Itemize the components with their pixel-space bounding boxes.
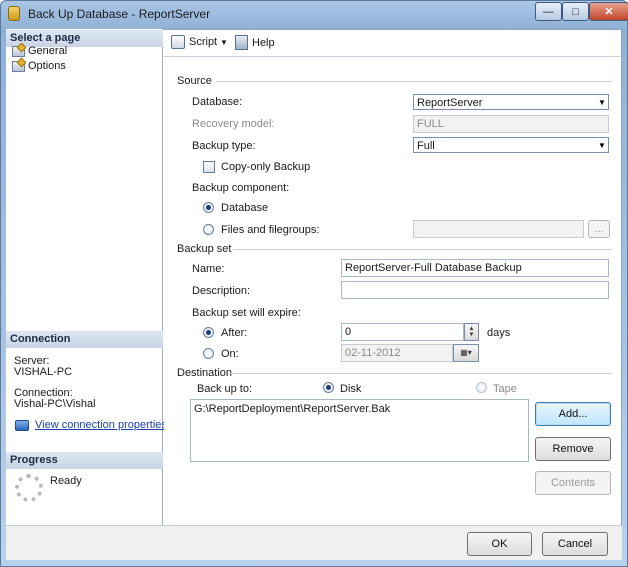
remove-button[interactable]: Remove [535, 437, 611, 461]
backup-type-label: Backup type: [192, 140, 256, 152]
help-label: Help [252, 36, 275, 49]
page-icon [12, 60, 25, 72]
connection-value: Vishal-PC\Vishal [14, 398, 96, 410]
window-title: Back Up Database - ReportServer [28, 7, 211, 21]
copy-only-label: Copy-only Backup [221, 161, 311, 173]
calendar-dropdown-icon: ▦▾ [453, 344, 479, 362]
component-files-label: Files and filegroups: [221, 224, 320, 236]
add-button[interactable]: Add... [535, 402, 611, 426]
tape-label: Tape [493, 383, 517, 395]
connection-properties-icon [15, 420, 29, 431]
title-bar[interactable]: Back Up Database - ReportServer — □ ✕ [0, 0, 628, 28]
after-label: After: [221, 327, 248, 339]
filegroups-field [413, 220, 584, 238]
page-item-options[interactable]: Options [12, 60, 66, 72]
browse-filegroups-button[interactable]: ... [588, 220, 610, 238]
list-item[interactable]: G:\ReportDeployment\ReportServer.Bak [194, 403, 528, 415]
help-button[interactable]: Help [235, 35, 275, 50]
copy-only-checkbox[interactable] [203, 161, 215, 173]
expire-date-input: 02-11-2012 [341, 344, 453, 362]
component-files-radio[interactable] [203, 224, 214, 235]
name-label: Name: [192, 263, 225, 275]
database-select[interactable]: ReportServer ▼ [413, 94, 609, 110]
ok-button[interactable]: OK [467, 532, 532, 556]
backup-component-label: Backup component: [192, 182, 290, 194]
recovery-model-label: Recovery model: [192, 118, 275, 130]
page-icon [12, 45, 25, 57]
destination-group-header: Destination [177, 367, 233, 379]
minimize-button[interactable]: — [535, 2, 562, 21]
close-button[interactable]: ✕ [589, 2, 628, 21]
progress-spinner-icon [15, 474, 43, 502]
description-label: Description: [192, 285, 251, 297]
disk-radio[interactable] [323, 382, 334, 393]
script-button[interactable]: Script [171, 35, 217, 49]
component-database-label: Database [221, 202, 269, 214]
destination-divider [229, 373, 612, 374]
progress-status: Ready [50, 475, 82, 487]
database-label: Database: [192, 96, 243, 108]
database-select-value: ReportServer [417, 96, 483, 109]
backup-name-input[interactable]: ReportServer-Full Database Backup [341, 259, 609, 277]
back-up-to-label: Back up to: [197, 383, 253, 395]
page-item-label: Options [28, 60, 66, 72]
recovery-model-field: FULL [413, 115, 609, 133]
expire-label: Backup set will expire: [192, 307, 301, 319]
script-label: Script [189, 36, 218, 48]
cancel-button[interactable]: Cancel [542, 532, 608, 556]
component-database-radio[interactable] [203, 202, 214, 213]
destination-list[interactable]: G:\ReportDeployment\ReportServer.Bak [190, 399, 529, 462]
view-connection-properties-link[interactable]: View connection properties [35, 419, 167, 431]
backup-type-select[interactable]: Full ▼ [413, 137, 609, 153]
connection-header: Connection [6, 331, 163, 348]
tape-radio [476, 382, 487, 393]
page-item-label: General [28, 45, 68, 57]
chevron-down-icon: ▼ [598, 141, 606, 150]
expire-after-radio[interactable] [203, 327, 214, 338]
on-label: On: [221, 348, 239, 360]
progress-header: Progress [6, 452, 163, 469]
script-dropdown-icon[interactable]: ▼ [220, 38, 228, 47]
days-label: days [487, 327, 511, 339]
database-icon [8, 6, 20, 21]
chevron-down-icon: ▼ [598, 98, 606, 107]
script-icon [171, 35, 185, 49]
contents-button: Contents [535, 471, 611, 495]
left-panel [6, 29, 163, 525]
expire-days-input[interactable]: 0 [341, 323, 464, 341]
toolbar [164, 30, 621, 54]
expire-on-radio[interactable] [203, 348, 214, 359]
maximize-button[interactable]: □ [562, 2, 589, 21]
description-input[interactable] [341, 281, 609, 299]
backup-set-divider [233, 249, 612, 250]
page-item-general[interactable]: General [12, 45, 67, 57]
server-value: VISHAL-PC [14, 366, 73, 378]
backup-set-group-header: Backup set [177, 243, 232, 255]
backup-type-select-value: Full [417, 139, 435, 152]
help-icon [235, 35, 248, 50]
source-group-header: Source [177, 75, 212, 87]
source-divider [216, 81, 612, 82]
days-spinner[interactable]: ▲ ▼ [464, 323, 479, 341]
disk-label: Disk [340, 383, 362, 395]
